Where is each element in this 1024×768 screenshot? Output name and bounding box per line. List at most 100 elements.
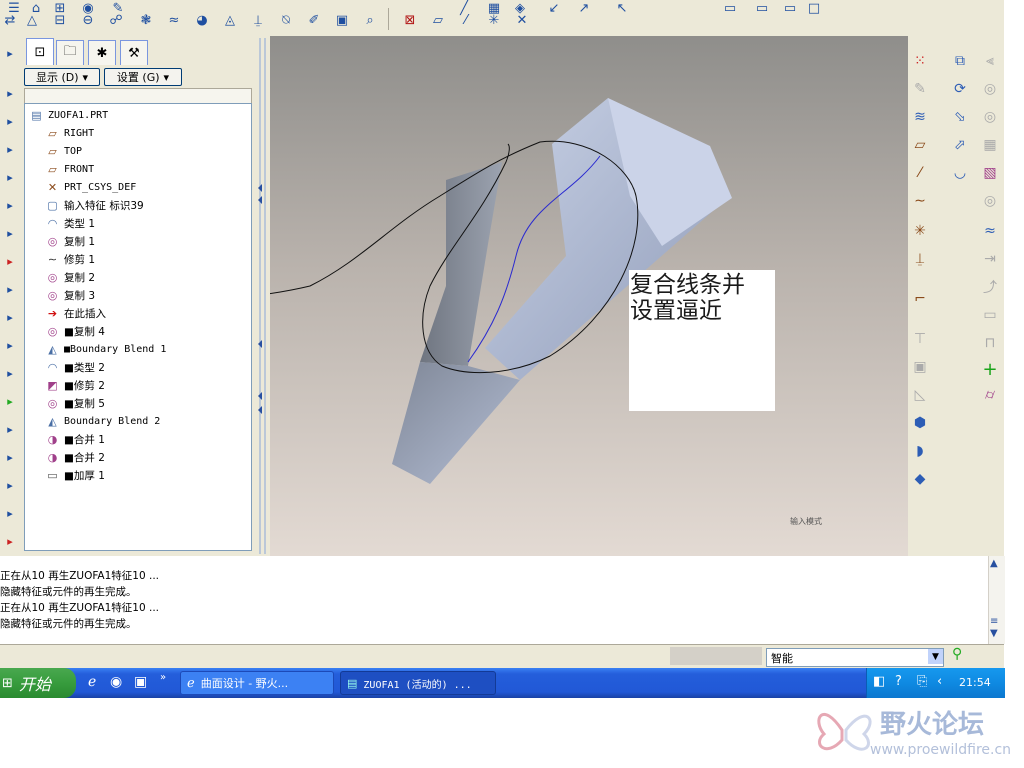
regen-icon[interactable]: ⇄: [0, 12, 20, 28]
solidify-icon[interactable]: ◎: [980, 192, 1000, 210]
sketch-datum-icon[interactable]: ✎: [910, 80, 930, 98]
tree-item-type2[interactable]: ◠ ■类型 2: [45, 359, 105, 376]
axis-display-icon[interactable]: ⁄: [456, 12, 476, 28]
navigator-splitter[interactable]: [256, 36, 270, 556]
tree-item-boundary-blend1[interactable]: ◭ ■Boundary Blend 1: [45, 341, 166, 358]
csys-display-icon[interactable]: ✕: [512, 12, 532, 28]
datum-plane-tool-icon[interactable]: △: [22, 12, 42, 28]
traffic-light-icon[interactable]: ⚲: [952, 646, 962, 662]
appearance-icon[interactable]: ◕: [192, 12, 212, 28]
rib-icon[interactable]: ◆: [910, 470, 930, 488]
zoom-icon[interactable]: ⌕: [360, 12, 380, 28]
strip-icon-16[interactable]: ▸: [2, 478, 18, 492]
help-icon[interactable]: ?: [895, 674, 902, 689]
draft-icon[interactable]: ◺: [910, 386, 930, 404]
shade-icon[interactable]: ❃: [136, 12, 156, 28]
tree-item-trim2[interactable]: ◩ ■修剪 2: [45, 377, 105, 394]
datum-point-icon[interactable]: ⁙: [910, 52, 930, 70]
chevron-down-icon[interactable]: ▼: [928, 649, 943, 664]
sweep-icon[interactable]: ⬂: [950, 108, 970, 126]
boundary-blend-tool-icon[interactable]: ◡: [950, 164, 970, 182]
tree-item-root[interactable]: ▤ ZUOFA1.PRT: [29, 107, 108, 124]
toolbar-icon-13[interactable]: ▭: [752, 0, 772, 16]
tree-item-csys[interactable]: ✕ PRT_CSYS_DEF: [45, 179, 136, 196]
history-tab-icon[interactable]: ⚒: [120, 40, 148, 65]
tree-item-type1[interactable]: ◠ 类型 1: [45, 215, 95, 232]
tree-item-thicken1[interactable]: ▭ ■加厚 1: [45, 467, 105, 484]
strip-icon-4[interactable]: ▸: [2, 142, 18, 156]
csys-tool-icon[interactable]: ✳: [910, 222, 930, 240]
point-display-icon[interactable]: ✳: [484, 12, 504, 28]
round-icon[interactable]: ⬢: [910, 414, 930, 432]
thicken-tool-icon[interactable]: ▧: [980, 164, 1000, 182]
tree-item-merge2[interactable]: ◑ ■合并 2: [45, 449, 105, 466]
network-icon[interactable]: ⎘: [917, 674, 927, 689]
toolbar-icon-11[interactable]: ↖: [612, 0, 632, 16]
start-button[interactable]: ⊞ 开始: [0, 668, 76, 698]
strip-icon-6[interactable]: ▸: [2, 198, 18, 212]
favorites-tab-icon[interactable]: ✱: [88, 40, 116, 65]
tree-item-copy5[interactable]: ◎ ■复制 5: [45, 395, 105, 412]
selection-filter[interactable]: 智能 ▼: [766, 648, 944, 667]
plane-display-icon[interactable]: ▱: [428, 12, 448, 28]
blend-icon[interactable]: ⬀: [950, 136, 970, 154]
sketch-rect-icon[interactable]: ▭: [980, 306, 1000, 324]
settings-menu-button[interactable]: 设置 (G) ▾: [104, 68, 182, 86]
shell-icon[interactable]: ▣: [910, 358, 930, 376]
close-window-icon[interactable]: ⊠: [400, 12, 420, 28]
offset-icon[interactable]: ⇥: [980, 250, 1000, 268]
style-icon[interactable]: ≈: [980, 222, 1000, 240]
extrude-icon[interactable]: ⧉: [950, 52, 970, 70]
tree-item-trim1[interactable]: ∼ 修剪 1: [45, 251, 95, 268]
view-icon[interactable]: ▣: [332, 12, 352, 28]
desktop-quicklaunch-icon[interactable]: ▣: [134, 674, 147, 690]
strip-icon-7[interactable]: ▸: [2, 226, 18, 240]
pin-icon[interactable]: ✐: [304, 12, 324, 28]
datum-axis-icon[interactable]: ⁄: [910, 164, 930, 182]
strip-icon-13[interactable]: ▸: [2, 394, 18, 408]
task-button-proe[interactable]: ▤ ZUOFA1 (活动的) ...: [340, 671, 496, 695]
strip-icon-15[interactable]: ▸: [2, 450, 18, 464]
tree-item-copy1[interactable]: ◎ 复制 1: [45, 233, 95, 250]
show-menu-button[interactable]: 显示 (D) ▾: [24, 68, 100, 86]
scroll-thumb-icon[interactable]: ≡: [990, 616, 998, 627]
strip-icon-11[interactable]: ▸: [2, 338, 18, 352]
sketch-icon[interactable]: ⊖: [78, 12, 98, 28]
scroll-down-icon[interactable]: ▼: [990, 628, 998, 639]
insert-mode-icon[interactable]: ⌐: [910, 290, 930, 308]
strip-icon-3[interactable]: ▸: [2, 114, 18, 128]
strip-icon-9[interactable]: ▸: [2, 282, 18, 296]
tree-item-right[interactable]: ▱ RIGHT: [45, 125, 94, 142]
chamfer-icon[interactable]: ◗: [910, 442, 930, 460]
tray-app-icon[interactable]: ◧: [873, 674, 885, 689]
measure-icon[interactable]: ⍉: [276, 12, 296, 28]
merge-tool-icon[interactable]: ◎: [980, 80, 1000, 98]
add-icon[interactable]: +: [980, 359, 1000, 380]
toolbar-icon-12[interactable]: ▭: [720, 0, 740, 16]
copy-icon[interactable]: ☍: [106, 12, 126, 28]
revolve-icon[interactable]: ⟳: [950, 80, 970, 98]
toolbar-icon-9[interactable]: ↙: [544, 0, 564, 16]
hole-icon[interactable]: ⊤: [910, 330, 930, 348]
strip-icon-14[interactable]: ▸: [2, 422, 18, 436]
tray-expand-icon[interactable]: ‹: [937, 674, 942, 689]
task-button-browser[interactable]: ℯ 曲面设计 - 野火...: [180, 671, 334, 695]
tree-item-copy3[interactable]: ◎ 复制 3: [45, 287, 95, 304]
graphics-window[interactable]: 输入模式: [270, 36, 908, 556]
strip-icon-1[interactable]: ▸: [2, 46, 18, 60]
ie-quicklaunch-icon[interactable]: ℯ: [88, 674, 96, 690]
strip-icon-10[interactable]: ▸: [2, 310, 18, 324]
trim-tool-icon[interactable]: ◎: [980, 108, 1000, 126]
folder-browser-tab-icon[interactable]: 🗀: [56, 40, 84, 65]
strip-icon-18[interactable]: ▸: [2, 534, 18, 548]
more-icon[interactable]: »: [160, 672, 166, 683]
tree-item-boundary-blend2[interactable]: ◭ Boundary Blend 2: [45, 413, 160, 430]
extend-icon[interactable]: ⤴: [980, 278, 1000, 296]
pattern-icon[interactable]: ▦: [980, 136, 1000, 154]
tree-item-insert-here[interactable]: ➔ 在此插入: [45, 305, 106, 322]
toolbar-icon-14[interactable]: ▭: [780, 0, 800, 16]
model-icon[interactable]: ◬: [220, 12, 240, 28]
datum-plane-tool-icon[interactable]: ▱: [910, 136, 930, 154]
strip-icon-5[interactable]: ▸: [2, 170, 18, 184]
tree-item-copy2[interactable]: ◎ 复制 2: [45, 269, 95, 286]
